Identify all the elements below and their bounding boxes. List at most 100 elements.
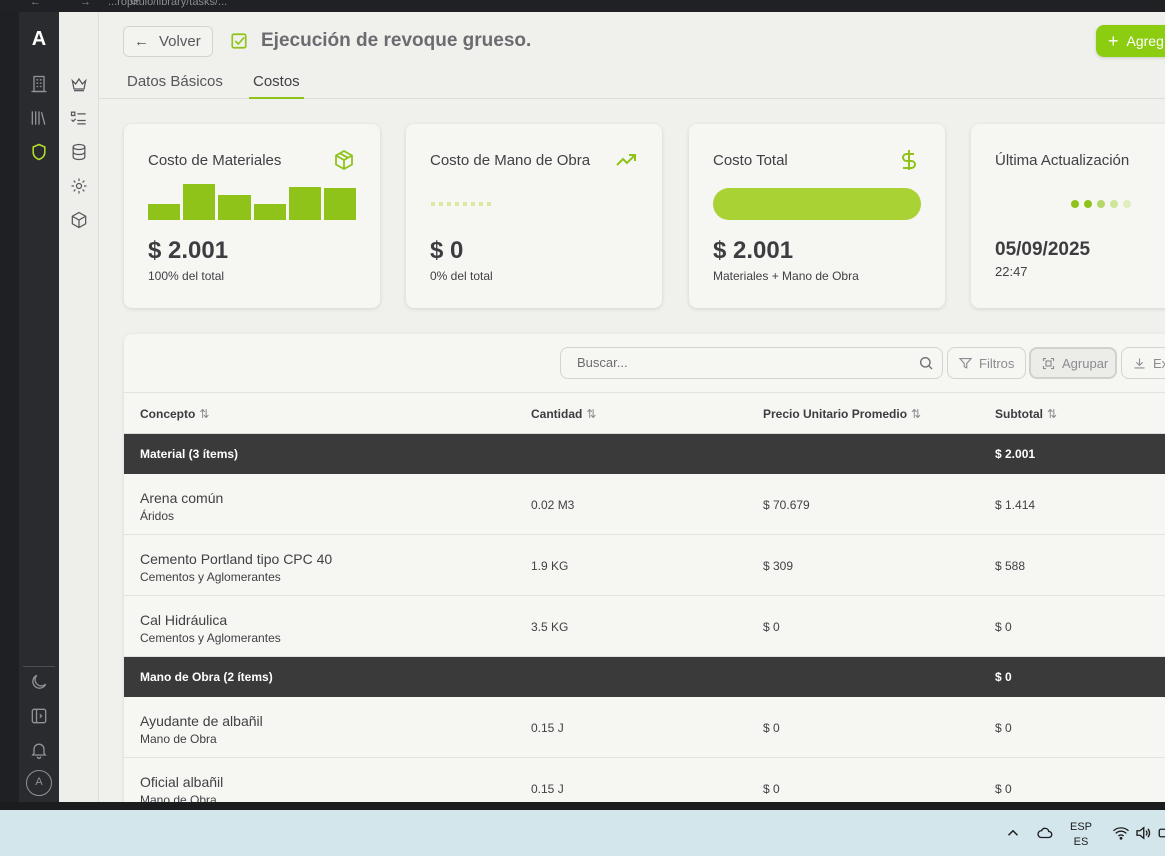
last-update-card: Última Actualización 05/09/2025 22:47 [971, 124, 1165, 308]
building-icon[interactable] [29, 74, 49, 94]
app-logo[interactable]: A [19, 28, 59, 51]
card-subtext: 0% del total [430, 269, 493, 283]
search-icon[interactable] [918, 355, 934, 371]
card-value: $ 2.001 [148, 237, 229, 264]
card-label: Costo de Mano de Obra [430, 152, 591, 169]
main-content: ← Volver Ejecución de revoque grueso. + … [99, 12, 1165, 802]
row-category: Cementos y Aglomerantes [140, 570, 281, 584]
os-taskbar: ESP ES [0, 810, 1165, 856]
row-subtotal: $ 1.414 [995, 498, 1036, 512]
primary-rail: A A [19, 12, 59, 802]
row-name: Oficial albañil [140, 774, 224, 790]
row-subtotal: $ 588 [995, 559, 1026, 573]
tabs: Datos Básicos Costos [99, 68, 1165, 99]
add-button[interactable]: + Agreg [1096, 25, 1165, 57]
dollar-icon [897, 148, 921, 172]
task-list-icon[interactable] [69, 108, 89, 128]
sort-icon[interactable]: ⇅ [199, 407, 209, 421]
tab-costos[interactable]: Costos [253, 73, 300, 90]
card-label: Costo de Materiales [148, 152, 282, 169]
row-quantity: 0.15 J [531, 782, 564, 796]
package-icon[interactable] [69, 210, 89, 230]
language-indicator[interactable]: ESP ES [1070, 820, 1092, 850]
table-row[interactable]: Oficial albañil Mano de Obra 0.15 J $ 0 … [124, 758, 1165, 802]
add-button-label: Agreg [1126, 33, 1164, 49]
search-input[interactable] [577, 355, 897, 370]
card-value: $ 2.001 [713, 237, 794, 264]
row-subtotal: $ 0 [995, 721, 1012, 735]
sort-icon[interactable]: ⇅ [911, 407, 921, 421]
download-icon [1134, 358, 1145, 368]
column-header-precio[interactable]: Precio Unitario Promedio ⇅ [763, 407, 921, 421]
row-name: Cal Hidráulica [140, 612, 228, 628]
row-unit-price: $ 309 [763, 559, 794, 573]
crown-icon[interactable] [69, 74, 89, 94]
sort-icon[interactable]: ⇅ [586, 407, 596, 421]
activity-dots [1071, 200, 1131, 208]
tab-datos-basicos[interactable]: Datos Básicos [127, 73, 223, 90]
group-label: Material (3 ítems) [140, 447, 239, 461]
plus-icon: + [1108, 30, 1119, 51]
table-header: Concepto ⇅ Cantidad ⇅ Precio Unitario Prom… [124, 392, 1165, 434]
moon-icon[interactable] [29, 672, 49, 692]
row-unit-price: $ 70.679 [763, 498, 810, 512]
row-quantity: 0.02 M3 [531, 498, 575, 512]
group-row-material[interactable]: Material (3 ítems) $ 2.001 [124, 434, 1165, 474]
row-name: Ayudante de albañil [140, 713, 263, 729]
table-row[interactable]: Ayudante de albañil Mano de Obra 0.15 J … [124, 697, 1165, 758]
total-progress-bar [713, 188, 921, 220]
volume-icon[interactable] [1134, 824, 1152, 842]
row-quantity: 0.15 J [531, 721, 564, 735]
sort-icon[interactable]: ⇅ [1047, 407, 1057, 421]
card-value: $ 0 [430, 237, 464, 264]
card-subtext: Materiales + Mano de Obra [713, 269, 859, 283]
back-button[interactable]: ← Volver [123, 26, 213, 57]
user-avatar[interactable]: A [26, 770, 52, 796]
group-row-mano-de-obra[interactable]: Mano de Obra (2 ítems) $ 0 [124, 657, 1165, 697]
browser-url[interactable]: ...ropitulo/library/tasks/... [108, 0, 227, 8]
group-label: Mano de Obra (2 ítems) [140, 670, 273, 684]
mini-bar [288, 187, 321, 220]
mini-bar [183, 184, 216, 220]
table-row[interactable]: Cal Hidráulica Cementos y Aglomerantes 3… [124, 596, 1165, 657]
trending-up-icon [614, 148, 638, 172]
chevron-up-icon[interactable] [1004, 824, 1022, 842]
labor-placeholder-dashes [431, 202, 491, 206]
table-row[interactable]: Cemento Portland tipo CPC 40 Cementos y … [124, 535, 1165, 596]
column-header-concepto[interactable]: Concepto ⇅ [140, 407, 209, 421]
row-subtotal: $ 0 [995, 782, 1012, 796]
table-row[interactable]: Arena común Áridos 0.02 M3 $ 70.679 $ 1.… [124, 474, 1165, 535]
row-category: Áridos [140, 509, 175, 523]
library-icon[interactable] [29, 108, 49, 128]
group-button[interactable]: Agrupar [1029, 347, 1117, 379]
rail-divider [23, 666, 55, 667]
filters-button[interactable]: Filtros [947, 347, 1026, 379]
row-quantity: 3.5 KG [531, 620, 569, 634]
materials-cost-card: Costo de Materiales $ 2.001 100% del tot… [124, 124, 380, 308]
row-name: Cemento Portland tipo CPC 40 [140, 551, 333, 567]
filter-icon [958, 357, 973, 369]
gear-icon[interactable] [69, 176, 89, 196]
wifi-icon[interactable] [1112, 824, 1130, 842]
column-header-cantidad[interactable]: Cantidad ⇅ [531, 407, 596, 421]
keyboard-layout: ES [1073, 836, 1089, 848]
search-box[interactable] [560, 347, 943, 379]
row-category: Cementos y Aglomerantes [140, 631, 281, 645]
row-unit-price: $ 0 [763, 620, 780, 634]
cloud-icon[interactable] [1036, 824, 1054, 842]
card-subtext: 100% del total [148, 269, 225, 283]
export-label: Ex [1153, 355, 1165, 371]
column-header-subtotal[interactable]: Subtotal ⇅ [995, 407, 1057, 421]
battery-icon[interactable] [1157, 824, 1165, 842]
update-time: 22:47 [995, 264, 1028, 279]
bell-icon[interactable] [29, 740, 49, 760]
export-button[interactable]: Ex [1121, 347, 1165, 379]
mini-bar [323, 188, 357, 220]
database-icon[interactable] [69, 142, 89, 162]
checkbox-square-icon [230, 32, 248, 50]
window-left-edge [0, 12, 19, 802]
browser-address-bar: ← → ⟳ ...ropitulo/library/tasks/... [0, 0, 1165, 12]
shield-icon[interactable] [29, 142, 49, 162]
row-unit-price: $ 0 [763, 721, 780, 735]
panel-toggle-icon[interactable] [29, 706, 49, 726]
